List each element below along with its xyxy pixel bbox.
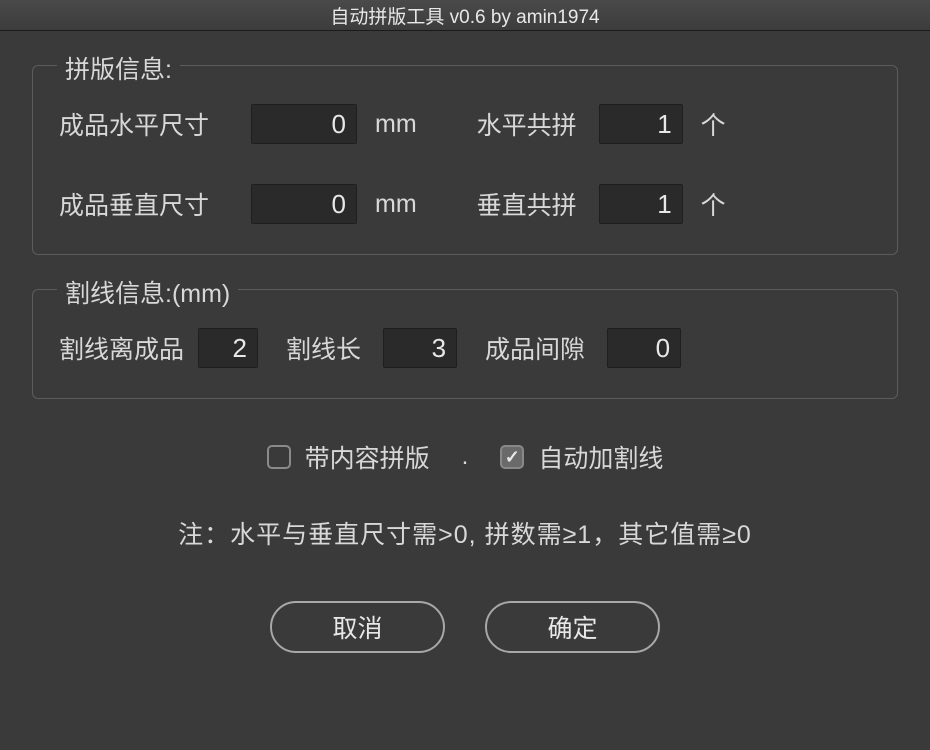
gexian-offset-label: 割线离成品 <box>59 330 184 366</box>
with-content-label: 带内容拼版 <box>305 439 430 475</box>
pinban-row-vertical: 成品垂直尺寸 mm 垂直共拼 个 <box>59 184 871 224</box>
auto-cut-checkbox[interactable] <box>500 445 524 469</box>
pinban-fieldset: 拼版信息: 成品水平尺寸 mm 水平共拼 个 成品垂直尺寸 mm 垂直共拼 个 <box>32 65 898 255</box>
auto-cut-option[interactable]: 自动加割线 <box>500 439 663 475</box>
window-content: 拼版信息: 成品水平尺寸 mm 水平共拼 个 成品垂直尺寸 mm 垂直共拼 个 … <box>0 31 930 653</box>
separator-dot: . <box>462 443 469 471</box>
pinban-row-horizontal: 成品水平尺寸 mm 水平共拼 个 <box>59 104 871 144</box>
hsize-input[interactable] <box>251 104 357 144</box>
gexian-length-label: 割线长 <box>286 330 361 366</box>
gexian-legend: 割线信息:(mm) <box>57 274 238 310</box>
gexian-fieldset: 割线信息:(mm) 割线离成品 割线长 成品间隙 <box>32 289 898 399</box>
gexian-gap-label: 成品间隙 <box>485 330 585 366</box>
hcount-input[interactable] <box>599 104 683 144</box>
vsize-unit: mm <box>375 190 417 219</box>
vcount-unit: 个 <box>701 186 726 222</box>
gexian-row: 割线离成品 割线长 成品间隙 <box>59 328 871 368</box>
options-row: 带内容拼版 . 自动加割线 <box>32 439 898 475</box>
hsize-unit: mm <box>375 110 417 139</box>
cancel-button[interactable]: 取消 <box>270 601 445 653</box>
ok-button[interactable]: 确定 <box>485 601 660 653</box>
vsize-label: 成品垂直尺寸 <box>59 186 233 222</box>
button-row: 取消 确定 <box>32 601 898 653</box>
hsize-label: 成品水平尺寸 <box>59 106 233 142</box>
window-title: 自动拼版工具 v0.6 by amin1974 <box>330 2 599 29</box>
vcount-label: 垂直共拼 <box>477 186 577 222</box>
gexian-offset-input[interactable] <box>198 328 258 368</box>
hcount-unit: 个 <box>701 106 726 142</box>
vsize-input[interactable] <box>251 184 357 224</box>
auto-cut-label: 自动加割线 <box>538 439 663 475</box>
gexian-gap-input[interactable] <box>607 328 681 368</box>
with-content-option[interactable]: 带内容拼版 <box>267 439 430 475</box>
vcount-input[interactable] <box>599 184 683 224</box>
with-content-checkbox[interactable] <box>267 445 291 469</box>
hcount-label: 水平共拼 <box>477 106 577 142</box>
window-titlebar: 自动拼版工具 v0.6 by amin1974 <box>0 0 930 31</box>
note-text: 注：水平与垂直尺寸需>0, 拼数需≥1，其它值需≥0 <box>32 515 898 551</box>
gexian-length-input[interactable] <box>383 328 457 368</box>
pinban-legend: 拼版信息: <box>57 50 180 86</box>
